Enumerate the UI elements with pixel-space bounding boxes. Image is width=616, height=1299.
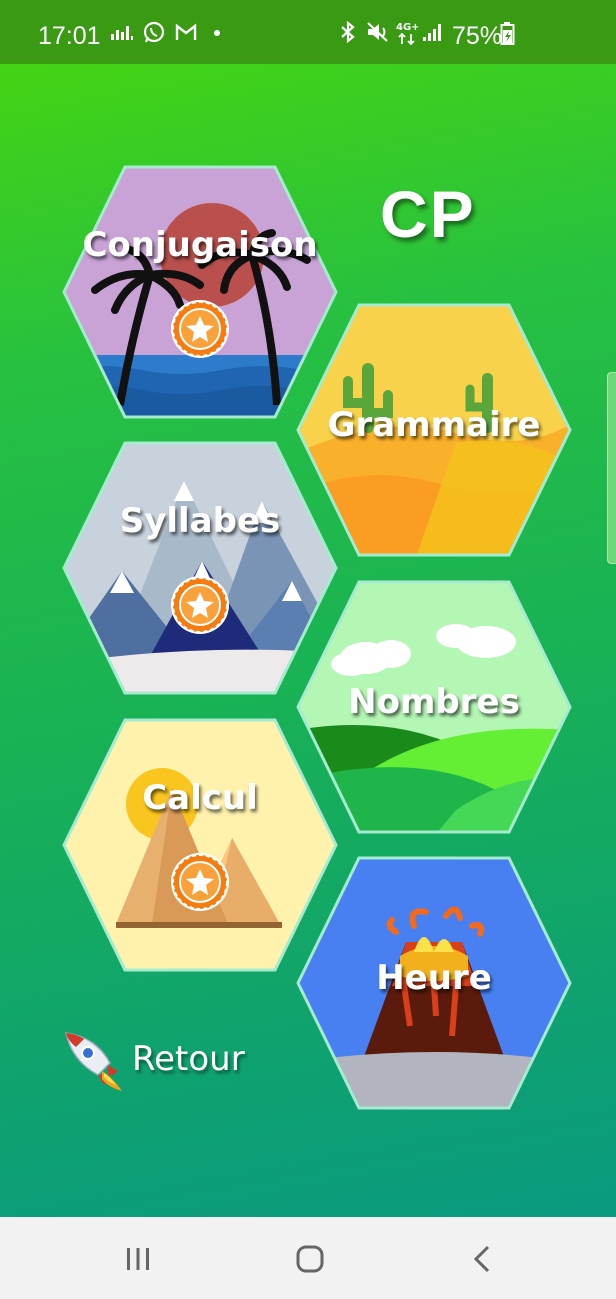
signal-bars-icon xyxy=(422,20,444,52)
star-badge-icon xyxy=(170,852,230,912)
back-button-label: Retour xyxy=(132,1039,245,1079)
bluetooth-icon xyxy=(337,20,359,52)
status-bar: 17:01 4G+ 75% xyxy=(0,0,616,64)
recent-apps-icon[interactable] xyxy=(118,1239,158,1279)
star-badge-icon xyxy=(170,575,230,635)
tile-label: Syllabes xyxy=(119,501,281,541)
back-button[interactable]: Retour xyxy=(60,1027,260,1093)
app-screen: CP Conjugaison Grammaire Syllabes Nombre… xyxy=(0,64,616,1217)
star-badge-icon xyxy=(170,299,230,359)
tile-label: Grammaire xyxy=(327,405,541,445)
back-icon[interactable] xyxy=(462,1239,502,1279)
mute-icon xyxy=(365,20,391,52)
tile-label: Nombres xyxy=(348,682,520,722)
battery-charging-icon xyxy=(500,20,516,54)
whatsapp-icon xyxy=(142,20,166,52)
activity-icon xyxy=(110,20,134,52)
tile-label: Calcul xyxy=(142,778,258,818)
tile-label: Heure xyxy=(376,958,492,998)
svg-text:4G+: 4G+ xyxy=(396,22,418,33)
battery-percent: 75% xyxy=(452,22,503,50)
dot-icon xyxy=(212,20,222,52)
gmail-icon xyxy=(174,20,198,52)
rocket-icon xyxy=(60,1027,126,1093)
page-title: CP xyxy=(380,177,476,251)
tile-heure[interactable]: Heure xyxy=(296,856,572,1110)
tile-label: Conjugaison xyxy=(82,225,318,265)
system-nav-bar xyxy=(0,1217,616,1299)
home-icon[interactable] xyxy=(290,1239,330,1279)
4g-signal-icon: 4G+ xyxy=(396,20,420,54)
clock: 17:01 xyxy=(38,22,101,50)
side-panel-handle[interactable] xyxy=(607,372,616,564)
